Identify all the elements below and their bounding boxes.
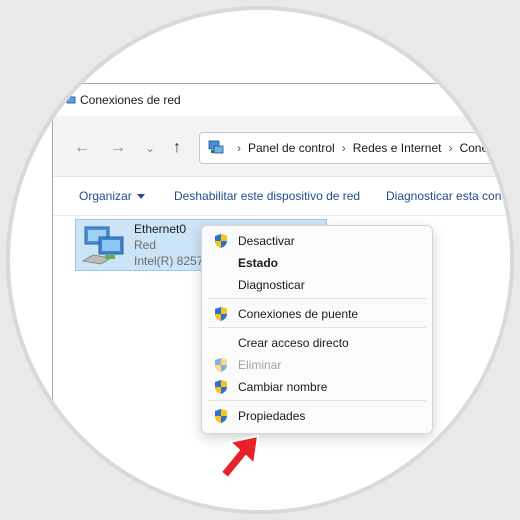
red-arrow-pointer-icon: [218, 434, 264, 487]
caret-down-icon: [136, 194, 145, 200]
breadcrumb-network-internet[interactable]: Redes e Internet: [353, 141, 442, 155]
menu-item-label: Propiedades: [238, 409, 306, 423]
address-bar[interactable]: › Panel de control › Redes e Internet › …: [199, 132, 510, 164]
uac-shield-icon: [213, 357, 229, 376]
uac-shield-icon: [213, 379, 229, 398]
breadcrumb-separator: ›: [448, 141, 453, 155]
arrow-right-icon[interactable]: →: [107, 137, 129, 159]
menu-item-label: Conexiones de puente: [238, 307, 359, 321]
menu-item-label: Diagnosticar: [238, 278, 305, 292]
menu-separator: [208, 400, 426, 401]
uac-shield-icon: [213, 306, 229, 325]
menu-item-delete: Eliminar: [202, 354, 432, 376]
arrow-up-icon[interactable]: ↑: [166, 137, 188, 159]
menu-item-label: Estado: [238, 256, 279, 270]
menu-separator: [208, 298, 426, 299]
window-title: Conexiones de red: [80, 93, 181, 107]
chevron-down-icon[interactable]: ⌄: [139, 137, 161, 159]
adapter-name: Ethernet0: [134, 222, 187, 236]
menu-item-label: Desactivar: [238, 234, 295, 248]
menu-item-rename[interactable]: Cambiar nombre: [202, 376, 432, 398]
breadcrumb-network-connections[interactable]: Conexi: [459, 141, 496, 155]
menu-item-properties[interactable]: Propiedades: [202, 405, 432, 427]
menu-item-bridge-connections[interactable]: Conexiones de puente: [202, 303, 432, 325]
menu-item-create-shortcut[interactable]: Crear acceso directo: [202, 332, 432, 354]
adapter-status: Red: [134, 238, 157, 252]
uac-shield-icon: [213, 408, 229, 427]
diagnose-connection-button[interactable]: Diagnosticar esta conex: [386, 189, 510, 203]
circular-crop: Conexiones de red ← → ⌄ ↑ › Panel de con…: [10, 10, 510, 510]
network-adapter-icon: [81, 225, 127, 270]
network-connections-icon: [62, 91, 76, 110]
menu-item-status[interactable]: Estado: [202, 252, 432, 274]
uac-shield-icon: [213, 233, 229, 252]
menu-item-disable[interactable]: Desactivar: [202, 230, 432, 252]
menu-separator: [208, 327, 426, 328]
breadcrumb-control-panel[interactable]: Panel de control: [248, 141, 335, 155]
title-bar: Conexiones de red: [53, 84, 510, 116]
organize-label: Organizar: [79, 189, 132, 203]
disable-device-button[interactable]: Deshabilitar este dispositivo de red: [174, 189, 360, 203]
command-bar: Organizar Deshabilitar este dispositivo …: [53, 177, 510, 216]
menu-item-label: Cambiar nombre: [238, 380, 328, 394]
menu-item-label: Eliminar: [238, 358, 282, 372]
control-panel-icon: [208, 139, 224, 158]
breadcrumb-separator: ›: [341, 141, 346, 155]
menu-item-label: Crear acceso directo: [238, 336, 349, 350]
context-menu: Desactivar Estado Diagnosticar Conexione…: [201, 225, 433, 434]
menu-item-diagnose[interactable]: Diagnosticar: [202, 274, 432, 296]
organize-button[interactable]: Organizar: [79, 189, 145, 203]
breadcrumb-separator: ›: [237, 141, 241, 155]
arrow-left-icon[interactable]: ←: [71, 137, 93, 159]
navigation-bar: ← → ⌄ ↑ › Panel de control › Redes e Int…: [53, 116, 510, 177]
